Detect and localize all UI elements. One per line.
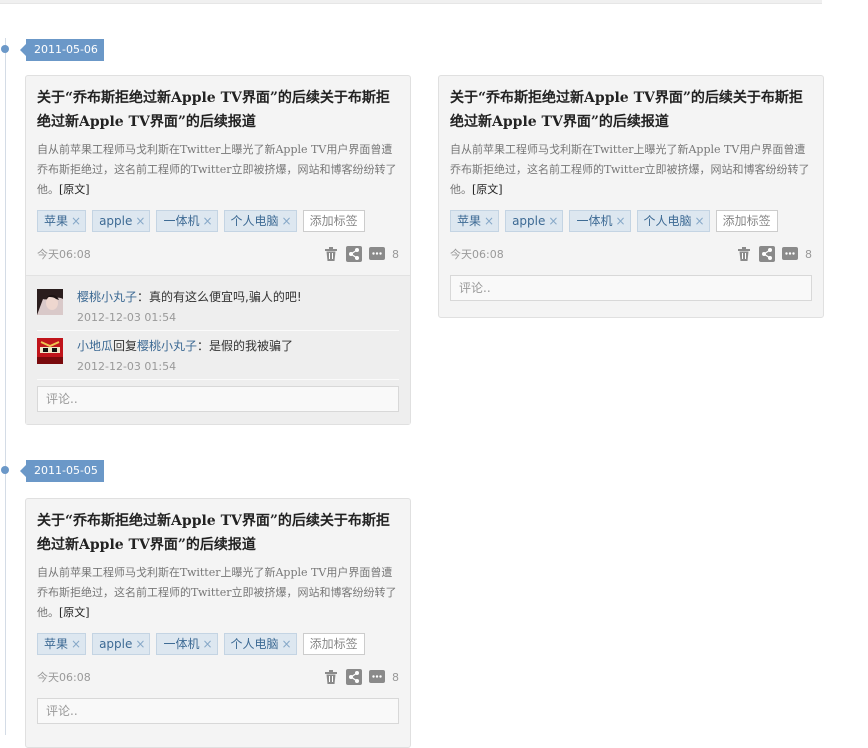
post-title[interactable]: 关于“乔布斯拒绝过新Apple TV界面”的后续关于布斯拒绝过新Apple TV… bbox=[37, 509, 399, 557]
source-link[interactable]: [原文] bbox=[59, 606, 90, 619]
comment-section: 评论.. bbox=[26, 698, 410, 736]
remove-tag-icon[interactable]: × bbox=[615, 214, 625, 228]
post-time: 今天06:08 bbox=[37, 248, 91, 261]
remove-tag-icon[interactable]: × bbox=[484, 214, 494, 228]
tag-list: 苹果 × apple × 一体机 × 个人电脑 × 添加标签 bbox=[37, 633, 399, 655]
comment-text: ：是假的我被骗了 bbox=[197, 339, 294, 353]
tag[interactable]: apple × bbox=[505, 210, 564, 232]
tag[interactable]: 苹果 × bbox=[37, 633, 87, 655]
remove-tag-icon[interactable]: × bbox=[135, 214, 145, 228]
tag[interactable]: apple × bbox=[92, 210, 151, 232]
post-card: 关于“乔布斯拒绝过新Apple TV界面”的后续关于布斯拒绝过新Apple TV… bbox=[25, 498, 411, 748]
add-tag-button[interactable]: 添加标签 bbox=[302, 210, 365, 232]
remove-tag-icon[interactable]: × bbox=[71, 214, 81, 228]
tag[interactable]: 一体机 × bbox=[569, 210, 631, 232]
share-icon[interactable] bbox=[346, 246, 362, 262]
comment-input[interactable]: 评论.. bbox=[450, 275, 812, 301]
comment-count: 8 bbox=[392, 670, 399, 684]
comment-item: 樱桃小丸子：真的有这么便宜吗,骗人的吧! 2012-12-03 01:54 bbox=[37, 282, 399, 331]
tag[interactable]: 苹果 × bbox=[450, 210, 500, 232]
comment-input[interactable]: 评论.. bbox=[37, 386, 399, 412]
post-card: 关于“乔布斯拒绝过新Apple TV界面”的后续关于布斯拒绝过新Apple TV… bbox=[25, 75, 411, 425]
post-meta: 今天06:08 8 bbox=[450, 239, 812, 269]
date-label: 2011-05-06 bbox=[20, 39, 104, 61]
comment-section: 樱桃小丸子：真的有这么便宜吗,骗人的吧! 2012-12-03 01:54 小地… bbox=[26, 275, 410, 424]
tag[interactable]: 个人电脑 × bbox=[223, 633, 297, 655]
comment-user[interactable]: 小地瓜 bbox=[77, 339, 113, 353]
trash-icon[interactable] bbox=[323, 246, 339, 262]
post-excerpt: 自从前苹果工程师马戈利斯在Twitter上曝光了新Apple TV用户界面曾遭乔… bbox=[37, 566, 397, 619]
remove-tag-icon[interactable]: × bbox=[282, 637, 292, 651]
comment-item: 小地瓜回复樱桃小丸子：是假的我被骗了 2012-12-03 01:54 bbox=[37, 331, 399, 380]
tag[interactable]: 个人电脑 × bbox=[636, 210, 710, 232]
comment-text: 真的有这么便宜吗,骗人的吧! bbox=[149, 290, 302, 304]
post-time: 今天06:08 bbox=[450, 248, 504, 261]
comment-icon[interactable] bbox=[369, 246, 385, 262]
comment-user[interactable]: 樱桃小丸子 bbox=[77, 290, 137, 304]
date-label: 2011-05-05 bbox=[20, 460, 104, 482]
remove-tag-icon[interactable]: × bbox=[135, 637, 145, 651]
tag[interactable]: 一体机 × bbox=[156, 210, 218, 232]
post-title[interactable]: 关于“乔布斯拒绝过新Apple TV界面”的后续关于布斯拒绝过新Apple TV… bbox=[37, 86, 399, 134]
remove-tag-icon[interactable]: × bbox=[202, 637, 212, 651]
remove-tag-icon[interactable]: × bbox=[282, 214, 292, 228]
post-meta: 今天06:08 8 bbox=[37, 239, 399, 269]
comment-time: 2012-12-03 01:54 bbox=[77, 311, 177, 324]
post-title[interactable]: 关于“乔布斯拒绝过新Apple TV界面”的后续关于布斯拒绝过新Apple TV… bbox=[450, 86, 812, 134]
top-divider bbox=[0, 0, 822, 4]
comment-icon[interactable] bbox=[369, 669, 385, 685]
add-tag-button[interactable]: 添加标签 bbox=[302, 633, 365, 655]
comment-count: 8 bbox=[392, 247, 399, 261]
trash-icon[interactable] bbox=[736, 246, 752, 262]
remove-tag-icon[interactable]: × bbox=[695, 214, 705, 228]
comment-section: 评论.. bbox=[439, 275, 823, 313]
source-link[interactable]: [原文] bbox=[59, 183, 90, 196]
timeline-dot bbox=[1, 466, 9, 474]
post-card: 关于“乔布斯拒绝过新Apple TV界面”的后续关于布斯拒绝过新Apple TV… bbox=[438, 75, 824, 318]
comment-input[interactable]: 评论.. bbox=[37, 698, 399, 724]
timeline-line bbox=[5, 38, 6, 735]
share-icon[interactable] bbox=[759, 246, 775, 262]
tag[interactable]: 个人电脑 × bbox=[223, 210, 297, 232]
avatar[interactable] bbox=[37, 338, 63, 364]
post-excerpt: 自从前苹果工程师马戈利斯在Twitter上曝光了新Apple TV用户界面曾遭乔… bbox=[37, 143, 397, 196]
post-excerpt: 自从前苹果工程师马戈利斯在Twitter上曝光了新Apple TV用户界面曾遭乔… bbox=[450, 143, 810, 196]
trash-icon[interactable] bbox=[323, 669, 339, 685]
tag[interactable]: 苹果 × bbox=[37, 210, 87, 232]
reply-to-user[interactable]: 樱桃小丸子 bbox=[137, 339, 197, 353]
avatar[interactable] bbox=[37, 289, 63, 315]
comment-time: 2012-12-03 01:54 bbox=[77, 360, 177, 373]
tag-list: 苹果 × apple × 一体机 × 个人电脑 × 添加标签 bbox=[450, 210, 812, 232]
tag[interactable]: 一体机 × bbox=[156, 633, 218, 655]
tag-list: 苹果 × apple × 一体机 × 个人电脑 × 添加标签 bbox=[37, 210, 399, 232]
remove-tag-icon[interactable]: × bbox=[548, 214, 558, 228]
share-icon[interactable] bbox=[346, 669, 362, 685]
post-meta: 今天06:08 8 bbox=[37, 662, 399, 692]
timeline-dot bbox=[1, 45, 9, 53]
remove-tag-icon[interactable]: × bbox=[71, 637, 81, 651]
comment-icon[interactable] bbox=[782, 246, 798, 262]
source-link[interactable]: [原文] bbox=[472, 183, 503, 196]
comment-count: 8 bbox=[805, 247, 812, 261]
add-tag-button[interactable]: 添加标签 bbox=[715, 210, 778, 232]
post-time: 今天06:08 bbox=[37, 671, 91, 684]
remove-tag-icon[interactable]: × bbox=[202, 214, 212, 228]
tag[interactable]: apple × bbox=[92, 633, 151, 655]
